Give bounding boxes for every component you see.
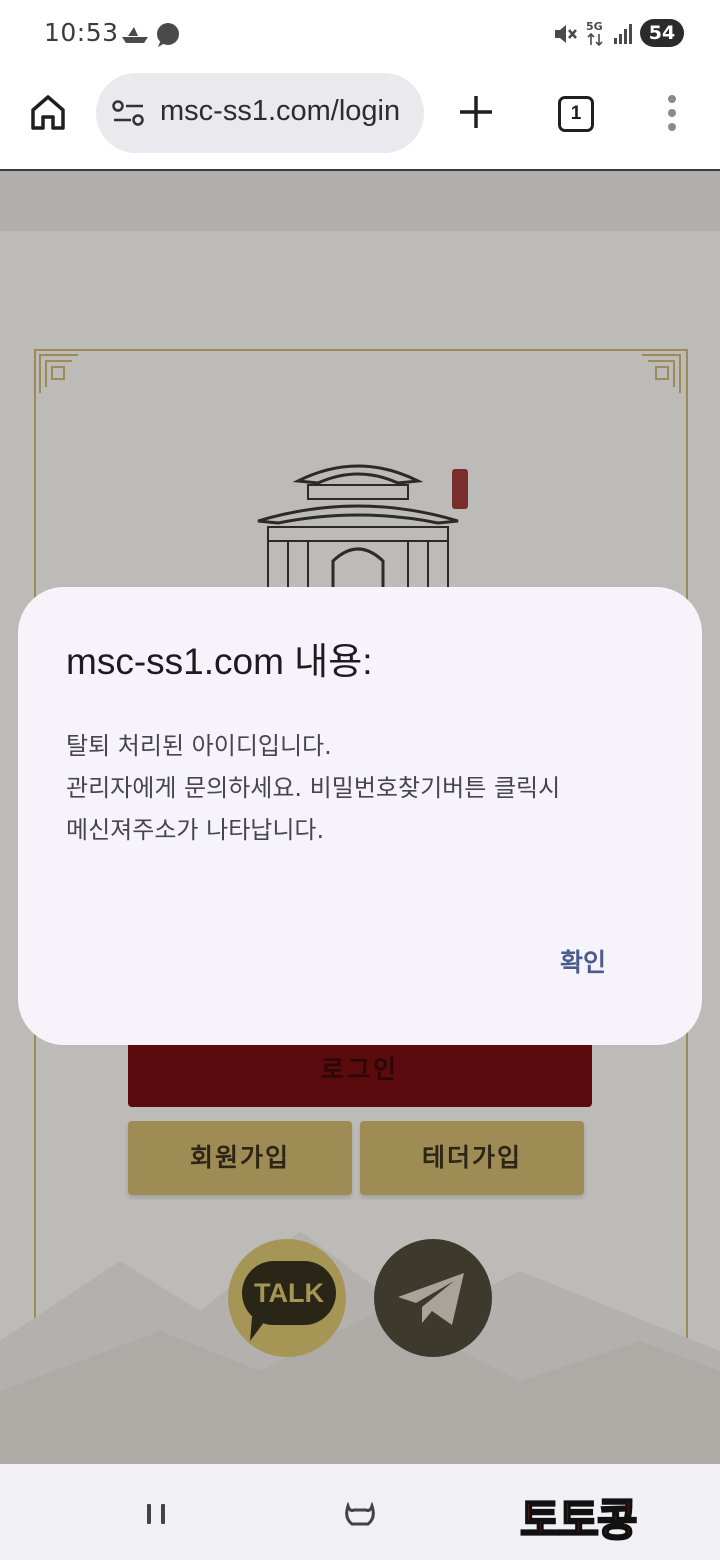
mute-icon [555,25,577,43]
temple-logo [257,464,468,591]
network-label: 5G [586,20,603,33]
home-gesture-icon[interactable] [344,1502,376,1528]
site-settings-icon[interactable] [112,100,146,126]
kakao-talk-label: TALK [242,1261,336,1325]
dialog-message-line: 메신져주소가 나타납니다. [66,816,325,844]
dialog-title: msc-ss1.com 내용: [66,641,373,682]
5g-icon: 5G [586,20,603,47]
corner-ornament-icon [642,354,681,393]
dialog-message-line: 탈퇴 처리된 아이디입니다. [66,732,332,760]
tether-signup-button[interactable]: 테더가입 [360,1121,584,1195]
signup-button[interactable]: 회원가입 [128,1121,352,1195]
talk-bubble-tail-icon [250,1317,268,1341]
status-bar: 10:53 5G 54 [0,0,720,68]
system-nav-bar: 토토콩 [0,1464,720,1560]
new-tab-plus-icon[interactable] [456,92,496,132]
dialog-ok-button[interactable]: 확인 [538,941,628,985]
more-vert-icon[interactable] [662,94,682,134]
dialog-message-line: 관리자에게 문의하세요. 비밀번호찾기버튼 클릭시 [66,774,561,802]
url-text[interactable]: msc-ss1.com/login [160,95,400,128]
corner-ornament-icon [39,354,78,393]
home-icon[interactable] [28,92,68,132]
dialog-message: 탈퇴 처리된 아이디입니다. 관리자에게 문의하세요. 비밀번호찾기버튼 클릭시… [66,725,666,851]
alert-dialog: msc-ss1.com 내용: 탈퇴 처리된 아이디입니다. 관리자에게 문의하… [18,587,702,1045]
status-time: 10:53 [44,18,119,47]
battery-icon: 54 [640,19,684,47]
tabs-icon[interactable]: 1 [558,96,594,132]
telegram-icon [398,1273,464,1325]
watermark-logo: 토토콩 [519,1494,638,1547]
recents-icon[interactable] [144,1502,170,1526]
browser-toolbar: msc-ss1.com/login 1 [0,68,720,171]
signal-icon [614,24,632,44]
mountain-background [0,1231,720,1464]
address-bar[interactable]: msc-ss1.com/login [96,73,424,153]
cloud-chat-icon [157,23,179,47]
boat-icon [122,27,148,43]
page-header-band [0,171,720,231]
